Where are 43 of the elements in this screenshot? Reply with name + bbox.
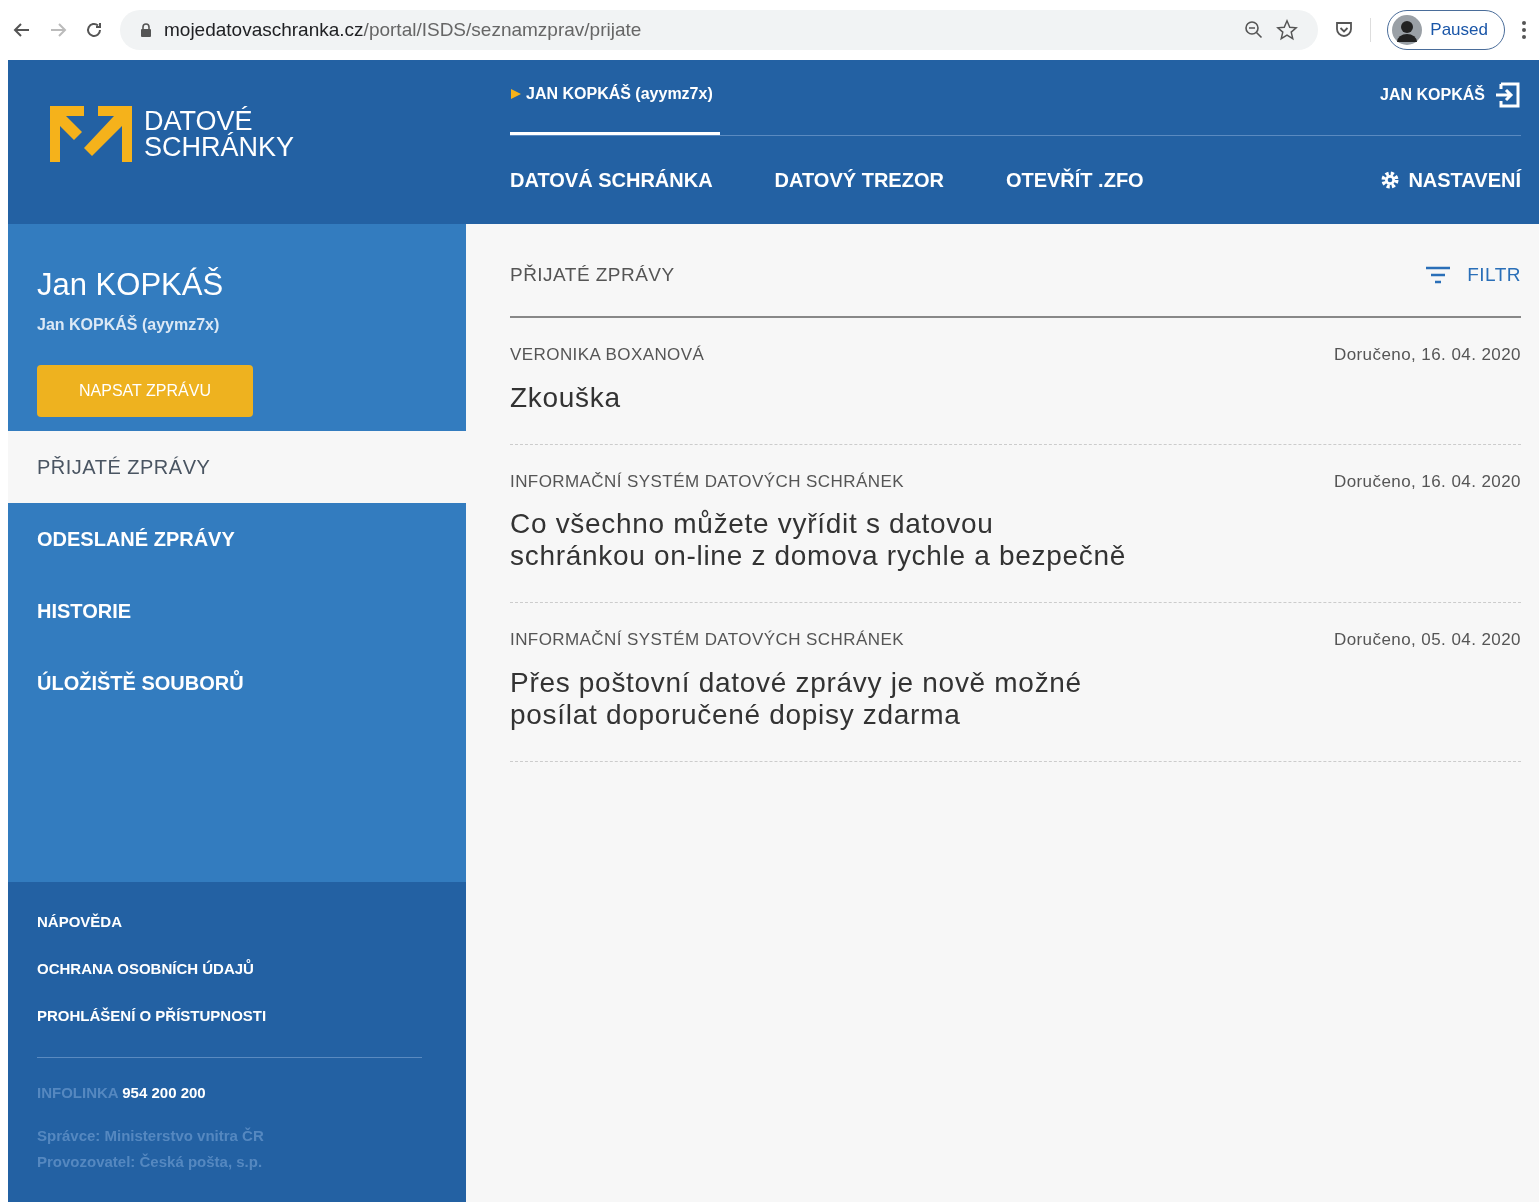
star-icon[interactable] — [1276, 19, 1299, 41]
sidebar-item[interactable]: HISTORIE — [8, 574, 466, 647]
hotline-number: 954 200 200 — [122, 1084, 206, 1101]
avatar-icon — [1392, 15, 1423, 45]
profile-status: Paused — [1430, 19, 1488, 42]
footer-link[interactable]: NÁPOVĚDA — [37, 912, 437, 959]
url-text: mojedatovaschranka.cz/portal/ISDS/seznamzprav/prijate — [164, 17, 642, 42]
footer-link[interactable]: OCHRANA OSOBNÍCH ÚDAJŮ — [37, 959, 437, 1006]
message-date: Doručeno, 16. 04. 2020 — [1333, 344, 1521, 366]
message-subject[interactable]: Zkouška — [510, 381, 1521, 414]
user-name: Jan KOPKÁŠ — [37, 266, 225, 304]
message-sender: INFORMAČNÍ SYSTÉM DATOVÝCH SCHRÁNEK — [510, 629, 904, 651]
triangle-icon — [510, 87, 522, 100]
message-date: Doručeno, 16. 04. 2020 — [1333, 470, 1521, 493]
zoom-out-icon[interactable] — [1244, 20, 1265, 40]
settings-icon — [1380, 170, 1401, 190]
message-sender: INFORMAČNÍ SYSTÉM DATOVÝCH SCHRÁNEK — [510, 470, 904, 493]
sidebar-item[interactable]: ODESLANÉ ZPRÁVY — [8, 502, 466, 575]
message-subject[interactable]: Přes poštovní datové zprávy je nově možné posílat doporučené dopisy zdarma — [510, 666, 1521, 731]
message-sender: VERONIKA BOXANOVÁ — [510, 344, 705, 366]
filter-button[interactable]: FILTR — [1425, 260, 1521, 290]
logo-icon — [50, 106, 132, 162]
footer-link[interactable]: PROHLÁŠENÍ O PŘÍSTUPNOSTI — [37, 1006, 437, 1053]
address-bar[interactable]: mojedatovaschranka.cz/portal/ISDS/seznamzprav/prijate — [120, 10, 1319, 50]
nav-link[interactable]: OTEVŘÍT .ZFO — [1005, 165, 1144, 195]
nav-link[interactable]: DATOVÁ SCHRÁNKA — [510, 165, 713, 195]
logout-button[interactable]: JAN KOPKÁŠ — [1380, 59, 1521, 135]
settings-link[interactable]: NASTAVENÍ — [1380, 165, 1521, 195]
message-subject[interactable]: Co všechno můžete vyřídit s datovou schránkou on-line z domova rychle a bezpečně — [510, 508, 1521, 572]
sidebar-item[interactable]: ÚLOŽIŠTĚ SOUBORŮ — [8, 646, 466, 719]
menu-icon[interactable] — [1521, 20, 1527, 40]
message-date: Doručeno, 05. 04. 2020 — [1333, 629, 1521, 651]
account-tab[interactable]: JAN KOPKÁŠ (ayymz7x) — [510, 59, 720, 135]
logo-text: SCHRÁNKY — [144, 134, 295, 160]
pocket-icon[interactable] — [1334, 20, 1355, 40]
lock-icon — [140, 23, 152, 37]
logout-icon — [1493, 81, 1521, 109]
sidebar-item[interactable]: PŘIJATÉ ZPRÁVY — [8, 430, 466, 503]
filter-icon — [1425, 266, 1452, 284]
nav-link[interactable]: DATOVÝ TREZOR — [774, 165, 944, 195]
page-title: PŘIJATÉ ZPRÁVY — [510, 262, 675, 287]
reload-icon[interactable] — [84, 20, 104, 40]
account-id: Jan KOPKÁŠ (ayymz7x) — [37, 314, 221, 335]
